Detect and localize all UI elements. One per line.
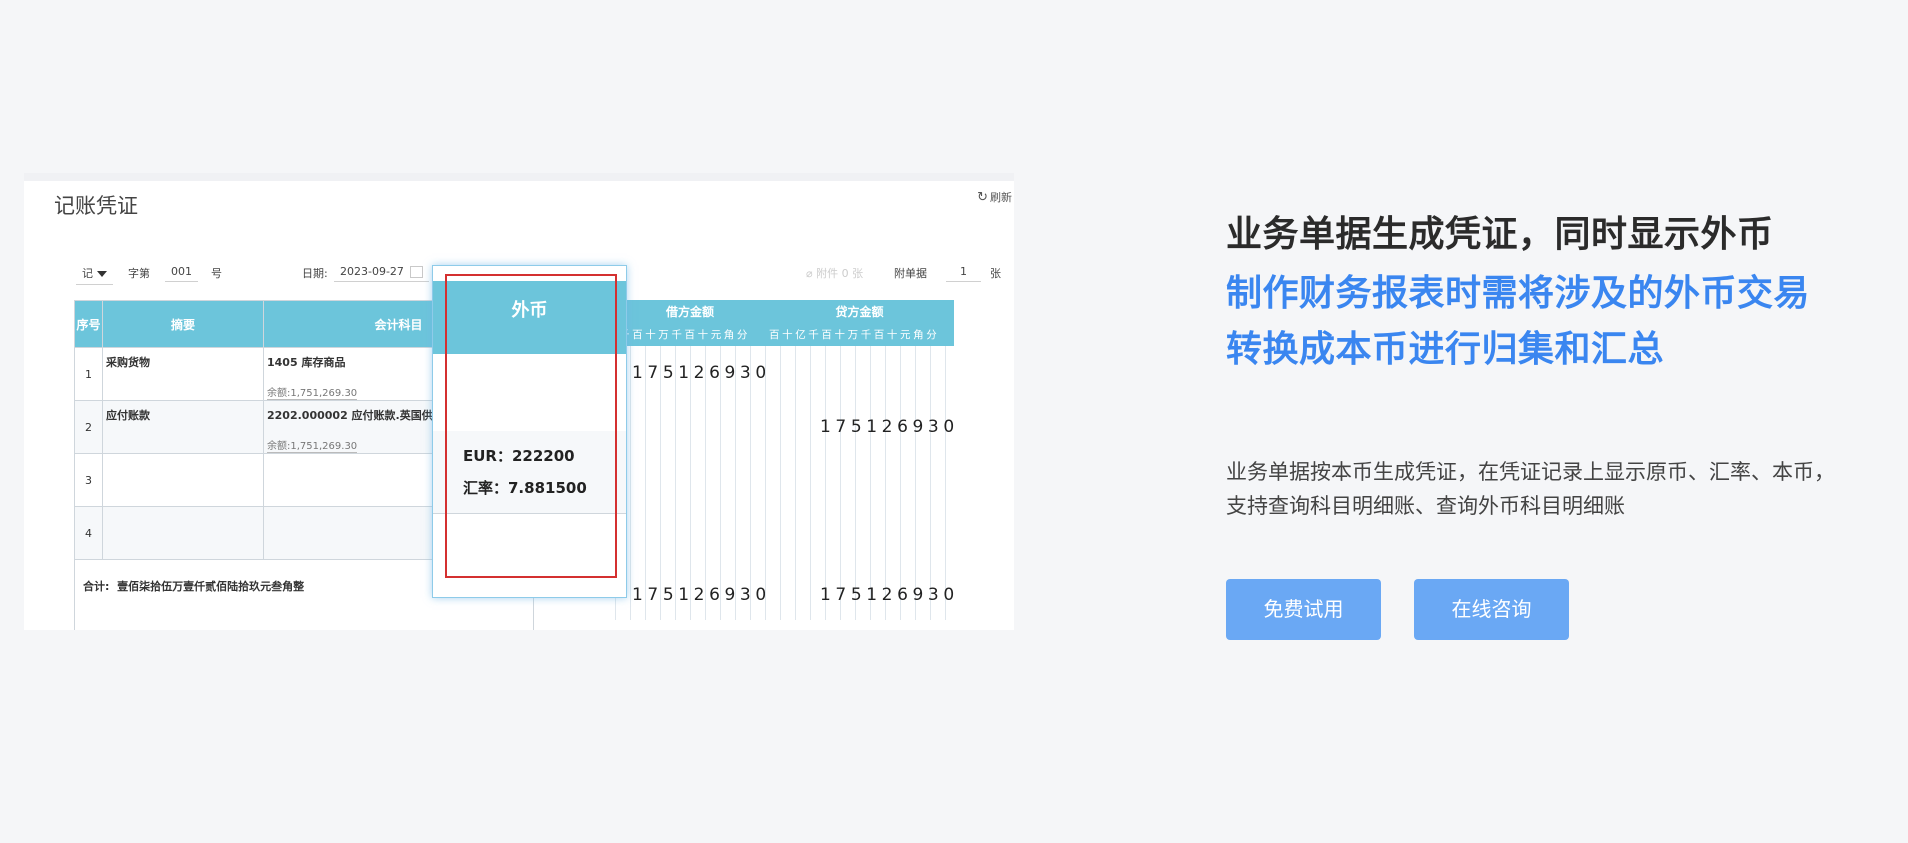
voucher-number-value: 001 bbox=[165, 265, 198, 282]
date-value: 2023-09-27 bbox=[340, 265, 404, 278]
voucher-type-value: 记 bbox=[82, 267, 93, 280]
voucher-title: 记账凭证 bbox=[54, 194, 138, 218]
doc-count-value: 1 bbox=[946, 265, 981, 282]
hero-title-line2: 制作财务报表时需将涉及的外币交易 bbox=[1226, 273, 1811, 314]
summary-text: 应付账款 bbox=[106, 409, 150, 422]
total-label: 合计: bbox=[83, 580, 110, 593]
row-seq: 3 bbox=[74, 453, 103, 507]
total-words: 壹佰柒拾伍万壹仟贰佰陆拾玖元叁角整 bbox=[117, 580, 305, 593]
row-seq: 2 bbox=[74, 400, 103, 454]
row-seq: 1 bbox=[74, 347, 103, 401]
credit-total-amount: 175126930 bbox=[820, 585, 959, 605]
voucher-type-select[interactable]: 记 bbox=[76, 265, 113, 285]
debit-total-amount: 175126930 bbox=[632, 585, 771, 605]
credit-units: 百十亿千百十万千百十元角分 bbox=[765, 324, 954, 346]
doc-label: 附单据 bbox=[894, 267, 927, 280]
voucher-number-field[interactable]: 001 bbox=[165, 265, 198, 282]
credit-row2-amount: 175126930 bbox=[820, 417, 959, 437]
summary-cell[interactable] bbox=[102, 453, 264, 507]
balance-value: 1,751,269.30 bbox=[290, 388, 358, 400]
foreign-currency-popup: 外币 EUR：222200 汇率：7.881500 bbox=[432, 265, 627, 598]
free-trial-button[interactable]: 免费试用 bbox=[1226, 579, 1381, 640]
number-suffix: 号 bbox=[211, 267, 222, 280]
attachment-link[interactable]: ⌀ 附件 0 张 bbox=[806, 265, 863, 281]
debit-header: 借方金额 bbox=[615, 300, 765, 324]
hero-description: 业务单据按本币生成凭证，在凭证记录上显示原币、汇率、本币，支持查询科目明细账、查… bbox=[1226, 460, 1835, 518]
credit-amount-column: 贷方金额 百十亿千百十万千百十元角分 175126930 175126930 bbox=[765, 300, 954, 620]
top-strip bbox=[24, 173, 1014, 181]
calendar-icon bbox=[409, 266, 423, 278]
word-label: 字第 bbox=[128, 267, 150, 280]
date-field[interactable]: 2023-09-27 bbox=[334, 265, 429, 282]
credit-header: 贷方金额 bbox=[765, 300, 954, 324]
refresh-icon: ↻ bbox=[977, 190, 988, 205]
summary-cell[interactable]: 应付账款 bbox=[102, 400, 264, 454]
doc-unit: 张 bbox=[990, 267, 1001, 280]
debit-grid bbox=[615, 346, 765, 620]
summary-cell[interactable] bbox=[102, 506, 264, 560]
hero-title-line1: 业务单据生成凭证，同时显示外币 bbox=[1226, 214, 1774, 255]
doc-count-field[interactable]: 1 bbox=[946, 265, 981, 282]
balance-label: 余额: bbox=[267, 441, 291, 453]
highlight-frame bbox=[445, 274, 617, 578]
summary-header: 摘要 bbox=[102, 300, 264, 348]
debit-row1-amount: 175126930 bbox=[632, 363, 771, 383]
date-label: 日期: bbox=[302, 267, 328, 280]
online-consult-button[interactable]: 在线咨询 bbox=[1414, 579, 1569, 640]
summary-text: 采购货物 bbox=[106, 356, 150, 369]
credit-grid bbox=[765, 346, 954, 620]
seq-header: 序号 bbox=[74, 300, 103, 348]
attachment-label: 附件 0 张 bbox=[816, 267, 864, 280]
chevron-down-icon bbox=[97, 271, 107, 277]
balance-value: 1,751,269.30 bbox=[290, 441, 358, 453]
refresh-label: 刷新 bbox=[990, 191, 1012, 204]
refresh-button[interactable]: ↻ 刷新 bbox=[977, 189, 1012, 205]
hero-title-line3: 转换成本币进行归集和汇总 bbox=[1226, 329, 1665, 370]
summary-cell[interactable]: 采购货物 bbox=[102, 347, 264, 401]
debit-units: 千百十万千百十元角分 bbox=[615, 324, 765, 346]
balance-label: 余额: bbox=[267, 388, 291, 400]
row-seq: 4 bbox=[74, 506, 103, 560]
debit-amount-column: 借方金额 千百十万千百十元角分 175126930 175126930 bbox=[615, 300, 766, 620]
paperclip-icon: ⌀ bbox=[806, 267, 813, 280]
